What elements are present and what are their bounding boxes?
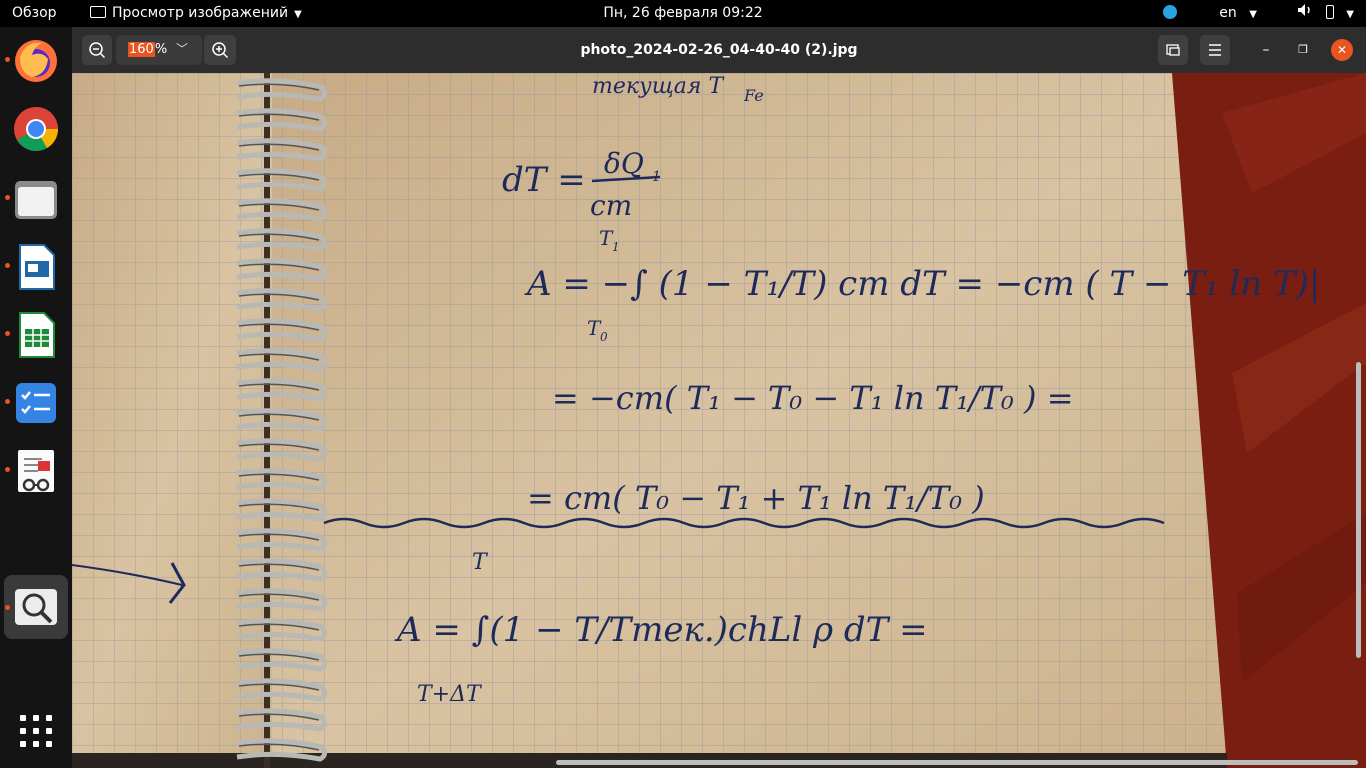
zoom-unit: % [154, 42, 168, 57]
running-indicator [5, 605, 10, 610]
eq3: = −cm( T₁ − T₀ − T₁ ln T₁/T₀ ) = [552, 379, 1074, 417]
running-indicator [5, 263, 10, 268]
zoom-value[interactable]: 160% [128, 42, 167, 57]
vertical-scrollbar[interactable] [1356, 362, 1361, 658]
telegram-icon[interactable] [1162, 5, 1177, 19]
eq2: A = −∫ (1 − T₁/T) cm dT = −cm ( T − T₁ l… [524, 264, 1320, 304]
image-viewer-dock-icon[interactable] [12, 583, 60, 631]
chevron-down-icon[interactable]: ﹀ [176, 40, 188, 57]
keyboard-layout[interactable]: en ▼ [1211, 0, 1257, 28]
eq1-denominator: cm [590, 189, 632, 222]
eq2-lower-limit-sub: 0 [600, 330, 608, 344]
running-indicator [5, 195, 10, 200]
zoom-out-button[interactable] [82, 35, 112, 65]
eq4: = cm( T₀ − T₁ + T₁ ln T₁/T₀ ) [527, 479, 985, 517]
chevron-down-icon: ▼ [1249, 9, 1257, 20]
eq5-upper-limit: T [472, 550, 489, 575]
impress-icon[interactable] [12, 243, 60, 291]
maximize-button[interactable]: ❐ [1292, 39, 1314, 61]
zoom-in-button[interactable] [204, 35, 236, 65]
zoom-value-number: 160 [128, 42, 155, 57]
eq5: A = ∫(1 − T/Tтек.)chLl ρ dT = [394, 610, 928, 650]
running-indicator [5, 331, 10, 336]
keyboard-layout-label: en [1219, 5, 1237, 21]
gallery-icon [1166, 44, 1180, 56]
document-viewer-icon[interactable] [12, 447, 60, 495]
chevron-down-icon: ▼ [1346, 9, 1354, 20]
running-indicator [5, 57, 10, 62]
image-canvas[interactable]: текущая T Fe dT = δQ 1 cm T 1 A = −∫ (1 … [72, 73, 1366, 768]
hamburger-icon [1209, 44, 1221, 56]
volume-icon[interactable] [1297, 0, 1313, 27]
minimize-button[interactable]: – [1255, 39, 1277, 61]
top-bar: Обзор Просмотр изображений ▼ Пн, 26 февра… [0, 0, 1366, 27]
zoom-out-icon [89, 42, 106, 59]
calc-icon[interactable] [12, 311, 60, 359]
zoom-combo[interactable]: 160% ﹀ [116, 35, 202, 65]
dock [0, 27, 72, 768]
battery-icon[interactable] [1325, 5, 1334, 19]
system-tray[interactable]: en ▼ ▼ [1155, 0, 1354, 27]
running-indicator [5, 399, 10, 404]
note-top-sub: Fe [743, 86, 764, 105]
main-menu-button[interactable] [1200, 35, 1230, 65]
firefox-icon[interactable] [12, 37, 60, 85]
tasks-icon[interactable] [12, 379, 60, 427]
show-apps-icon[interactable] [20, 715, 52, 747]
chrome-icon[interactable] [12, 105, 60, 153]
close-button[interactable]: ✕ [1331, 39, 1353, 61]
files-icon[interactable] [12, 175, 60, 223]
window-headerbar: photo_2024-02-26_04-40-40 (2).jpg 160% ﹀… [72, 27, 1366, 74]
eq1-lhs: dT = [502, 160, 586, 200]
zoom-in-icon [212, 42, 229, 59]
gallery-button[interactable] [1158, 35, 1188, 65]
running-indicator [5, 467, 10, 472]
horizontal-scrollbar[interactable] [556, 760, 1358, 765]
note-top: текущая T [592, 74, 725, 99]
eq5-lower-limit: T+ΔT [417, 682, 483, 707]
eq2-upper-limit-sub: 1 [612, 240, 620, 254]
photo: текущая T Fe dT = δQ 1 cm T 1 A = −∫ (1 … [72, 73, 1366, 768]
eq1-numerator: δQ [604, 147, 644, 180]
